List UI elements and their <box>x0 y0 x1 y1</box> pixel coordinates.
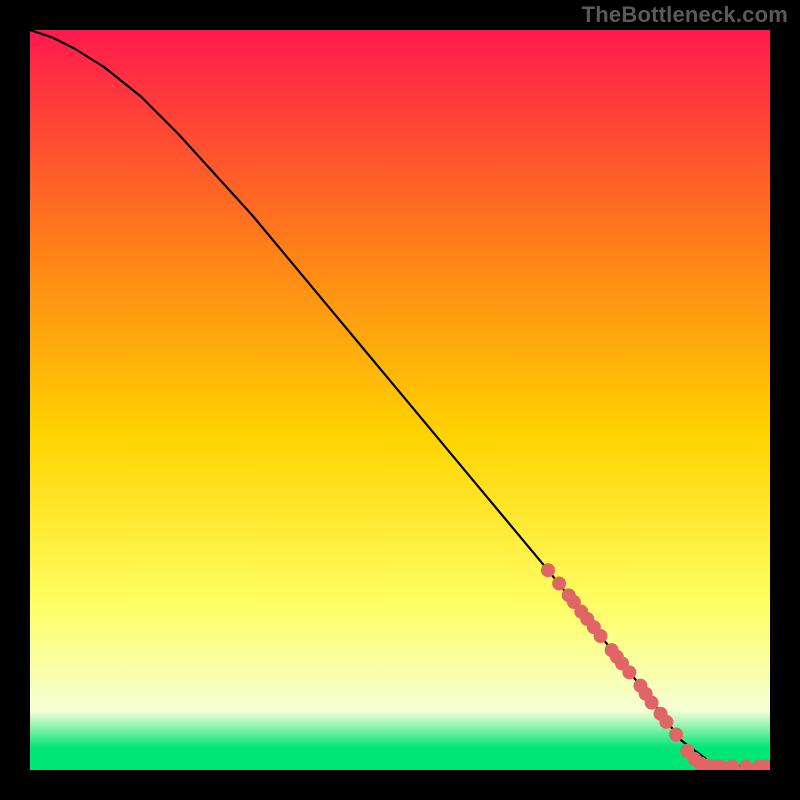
data-marker <box>669 727 683 741</box>
gradient-background <box>30 30 770 770</box>
attribution-text: TheBottleneck.com <box>582 2 788 28</box>
chart-container: TheBottleneck.com <box>0 0 800 800</box>
data-marker <box>541 563 555 577</box>
data-marker <box>659 715 673 729</box>
data-marker <box>645 696 659 710</box>
data-marker <box>622 665 636 679</box>
chart-svg <box>30 30 770 770</box>
data-marker <box>594 629 608 643</box>
data-marker <box>552 577 566 591</box>
plot-area <box>30 30 770 770</box>
